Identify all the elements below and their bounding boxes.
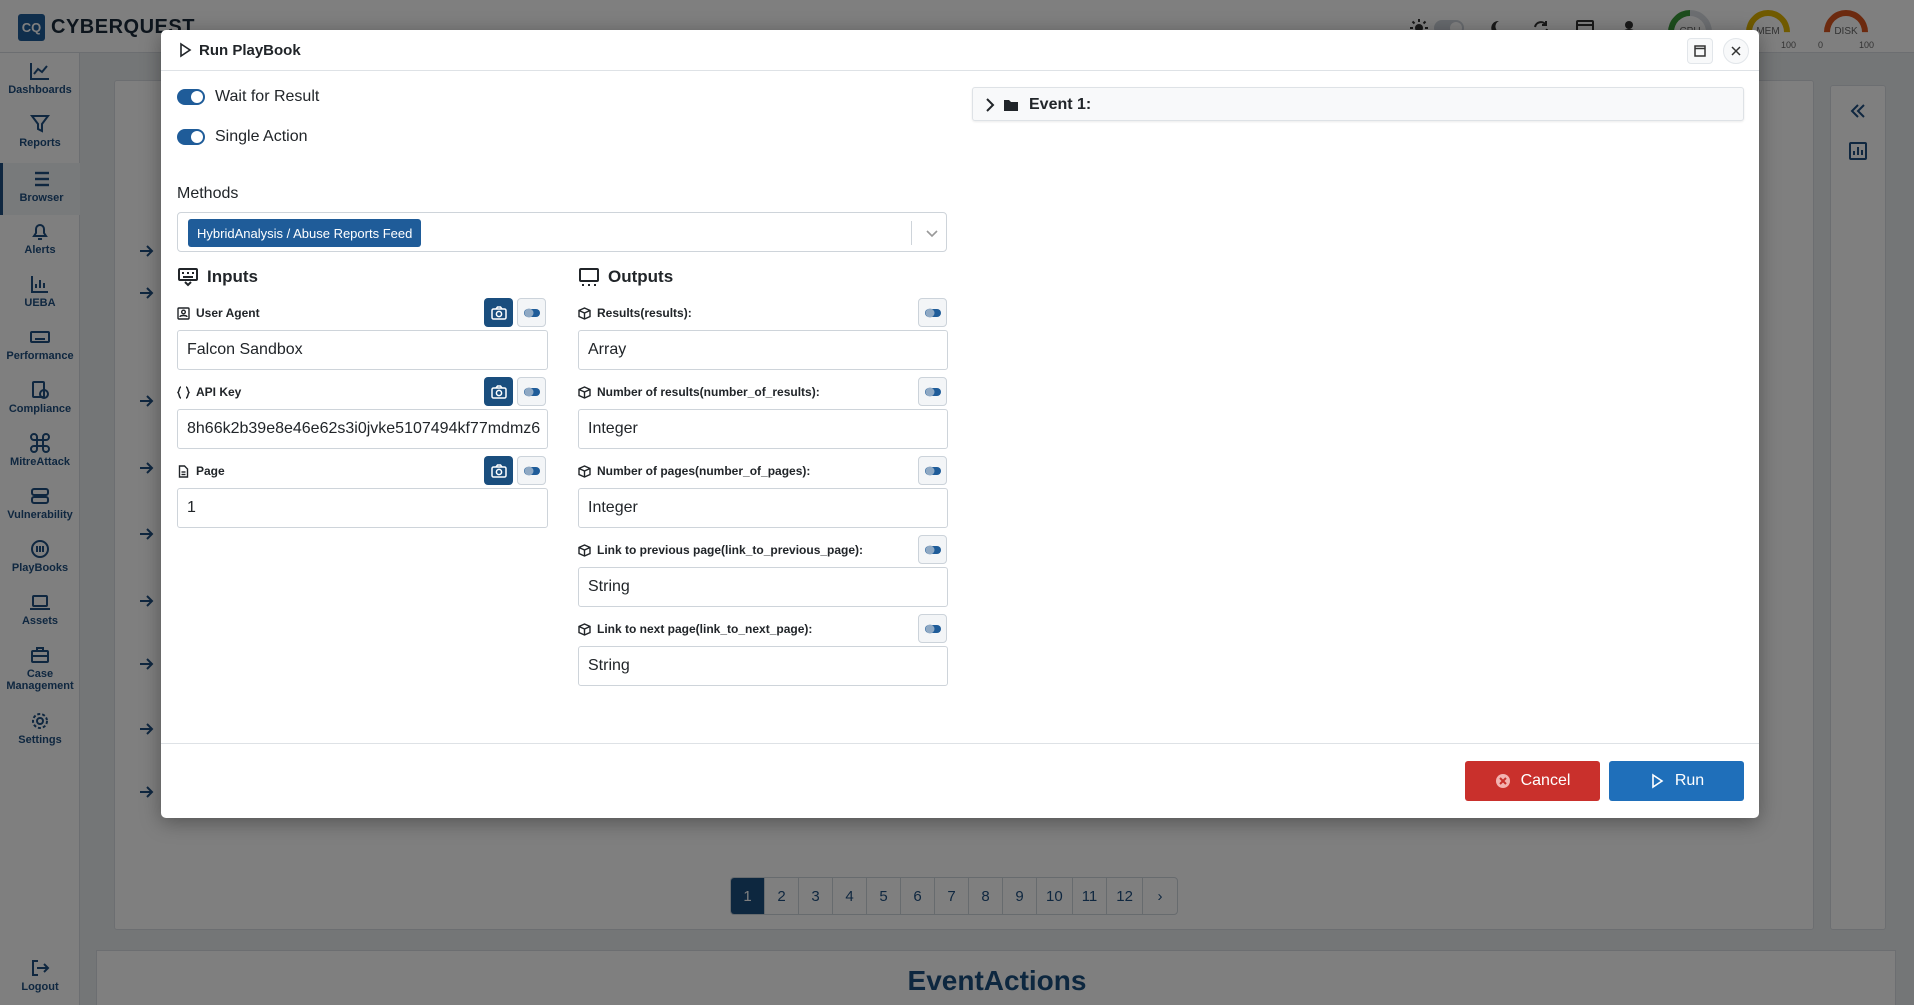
cube-icon — [578, 385, 591, 399]
page-snapshot-button[interactable] — [484, 456, 513, 485]
single-action-row: Single Action — [177, 128, 308, 146]
camera-icon — [490, 384, 507, 399]
user-agent-input[interactable]: Falcon Sandbox — [177, 330, 548, 370]
output-link-to-next-page-input[interactable]: String — [578, 646, 948, 686]
outputs-section-title: Outputs — [578, 267, 673, 287]
cube-icon — [578, 622, 591, 636]
toggle-switch-icon — [523, 466, 540, 475]
play-icon — [177, 42, 193, 58]
toggle-switch-icon — [924, 308, 941, 317]
output-link-to-next-page-toggle-button[interactable] — [918, 614, 947, 643]
play-icon — [1652, 773, 1664, 789]
output-results-label: Results(results): — [578, 306, 692, 320]
camera-icon — [490, 463, 507, 478]
chevron-right-icon[interactable] — [983, 97, 997, 113]
event-1-title: Event 1: — [1029, 96, 1092, 113]
api-key-snapshot-button[interactable] — [484, 377, 513, 406]
camera-icon — [490, 305, 507, 320]
toggle-switch-icon — [523, 387, 540, 396]
page-input[interactable]: 1 — [177, 488, 548, 528]
output-link-to-previous-page-label: Link to previous page(link_to_previous_p… — [578, 543, 863, 557]
inputs-section-title: Inputs — [177, 267, 258, 287]
cube-icon — [578, 543, 591, 557]
toggle-switch-icon — [523, 308, 540, 317]
wait-for-result-row: Wait for Result — [177, 88, 319, 106]
toggle-switch-icon — [924, 624, 941, 633]
maximize-icon — [1694, 45, 1706, 57]
output-number-of-results-input[interactable]: Integer — [578, 409, 948, 449]
output-number-of-pages-input[interactable]: Integer — [578, 488, 948, 528]
cancel-circle-icon — [1495, 774, 1510, 788]
toggle-switch-icon — [924, 466, 941, 475]
run-button[interactable]: Run — [1609, 761, 1744, 801]
output-number-of-pages-toggle-button[interactable] — [918, 456, 947, 485]
method-chip[interactable]: HybridAnalysis / Abuse Reports Feed — [188, 219, 422, 247]
methods-label: Methods — [177, 185, 239, 202]
chevron-down-icon[interactable] — [924, 225, 940, 241]
wait-for-result-toggle[interactable] — [177, 89, 205, 105]
modal-header: Run PlayBook — [161, 30, 1759, 71]
user-agent-snapshot-button[interactable] — [484, 298, 513, 327]
folder-icon — [1003, 97, 1019, 113]
api-key-toggle-button[interactable] — [517, 377, 546, 406]
maximize-button[interactable] — [1687, 38, 1713, 64]
single-action-label: Single Action — [215, 128, 308, 145]
keyboard-icon — [177, 267, 199, 287]
page-toggle-button[interactable] — [517, 456, 546, 485]
cube-icon — [578, 464, 591, 478]
run-playbook-modal: Run PlayBook Wait for Result Single Acti… — [161, 30, 1759, 818]
output-number-of-results-toggle-button[interactable] — [918, 377, 947, 406]
file-icon — [177, 464, 190, 478]
cancel-button[interactable]: Cancel — [1465, 761, 1600, 801]
id-card-icon — [177, 306, 190, 320]
output-link-to-previous-page-toggle-button[interactable] — [918, 535, 947, 564]
methods-select[interactable]: HybridAnalysis / Abuse Reports Feed — [177, 212, 947, 252]
close-icon — [1731, 46, 1741, 56]
modal-title: Run PlayBook — [199, 42, 301, 59]
api-key-label: API Key — [177, 385, 241, 399]
close-button[interactable] — [1723, 38, 1749, 64]
output-number-of-results-label: Number of results(number_of_results): — [578, 385, 820, 399]
output-results-toggle-button[interactable] — [918, 298, 947, 327]
toggle-switch-icon — [924, 545, 941, 554]
wait-for-result-label: Wait for Result — [215, 88, 320, 105]
toggle-switch-icon — [924, 387, 941, 396]
output-link-to-next-page-label: Link to next page(link_to_next_page): — [578, 622, 812, 636]
event-1-panel[interactable]: Event 1: — [972, 87, 1744, 121]
output-link-to-previous-page-input[interactable]: String — [578, 567, 948, 607]
api-key-input[interactable]: 8h66k2b39e8e46e62s3i0jvke5107494kf77mdmz… — [177, 409, 548, 449]
single-action-toggle[interactable] — [177, 129, 205, 145]
modal-footer: Cancel Run — [161, 743, 1759, 818]
user-agent-toggle-button[interactable] — [517, 298, 546, 327]
cube-icon — [578, 306, 591, 320]
monitor-icon — [578, 267, 600, 287]
braces-icon — [177, 385, 190, 399]
output-results-input[interactable]: Array — [578, 330, 948, 370]
output-number-of-pages-label: Number of pages(number_of_pages): — [578, 464, 810, 478]
select-divider — [911, 221, 912, 245]
user-agent-label: User Agent — [177, 306, 260, 320]
page-label: Page — [177, 464, 225, 478]
